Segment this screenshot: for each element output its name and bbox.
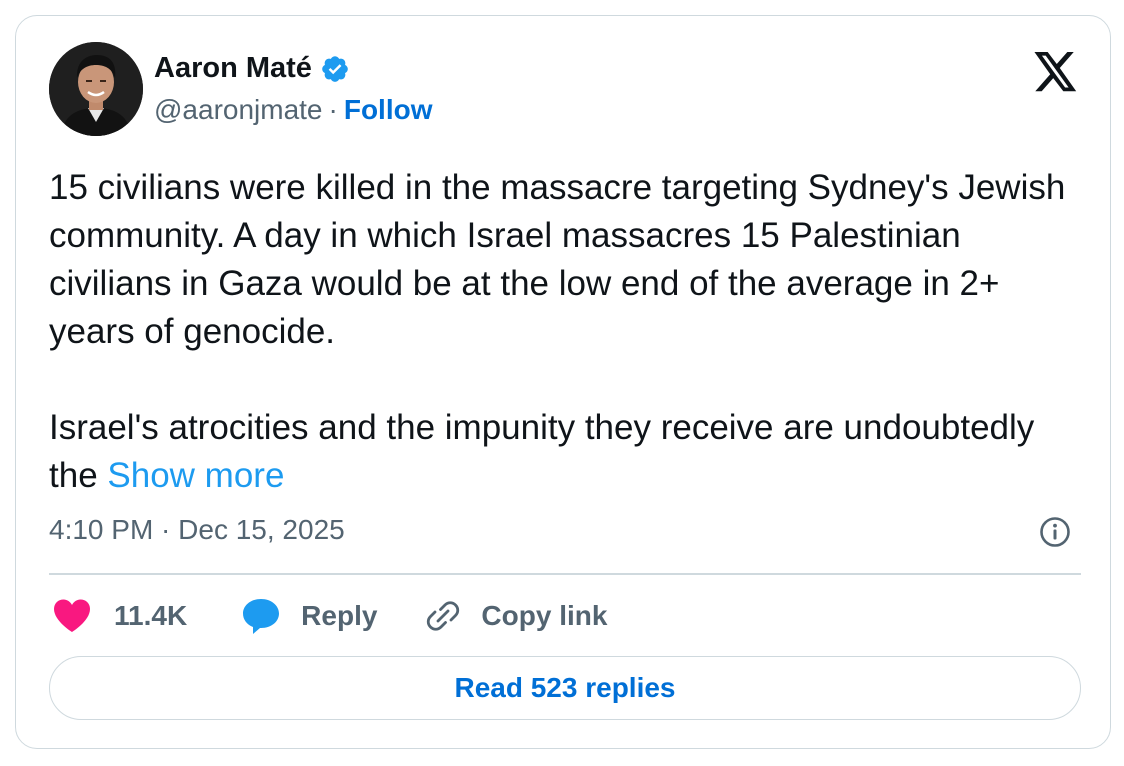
author-name[interactable]: Aaron Maté (154, 52, 312, 85)
reply-button[interactable]: Reply (241, 597, 377, 635)
divider (49, 573, 1081, 575)
x-logo-icon[interactable] (1034, 52, 1078, 92)
handle-separator: · (328, 94, 338, 125)
heart-icon (54, 599, 90, 632)
verified-badge-icon (322, 55, 348, 82)
copy-link-label: Copy link (481, 600, 608, 631)
reply-bubble-icon (243, 599, 280, 634)
author-handle-row: @aaronjmate · Follow (154, 94, 433, 126)
tweet-body: 15 civilians were killed in the massacre… (49, 168, 1066, 495)
info-icon[interactable] (1039, 516, 1071, 548)
author-name-row: Aaron Maté (154, 52, 350, 85)
author-handle[interactable]: @aaronjmate (154, 94, 323, 126)
action-bar: 11.4K Reply Copy link (52, 594, 607, 638)
tweet-timestamp[interactable]: 4:10 PM · Dec 15, 2025 (49, 514, 345, 546)
copy-link-button[interactable]: Copy link (425, 598, 607, 634)
link-icon (427, 601, 460, 631)
read-replies-label: Read 523 replies (454, 672, 676, 703)
like-button[interactable]: 11.4K (52, 598, 187, 634)
read-replies-button[interactable]: Read 523 replies (49, 656, 1081, 720)
reply-label: Reply (301, 600, 378, 631)
avatar[interactable] (49, 42, 143, 136)
show-more-link[interactable]: Show more (107, 456, 284, 495)
tweet-text: 15 civilians were killed in the massacre… (49, 164, 1079, 500)
like-count: 11.4K (114, 600, 188, 631)
tweet-card: Aaron Maté @aaronjmate · Follow 15 civil… (15, 15, 1111, 749)
follow-button[interactable]: Follow (344, 94, 433, 126)
